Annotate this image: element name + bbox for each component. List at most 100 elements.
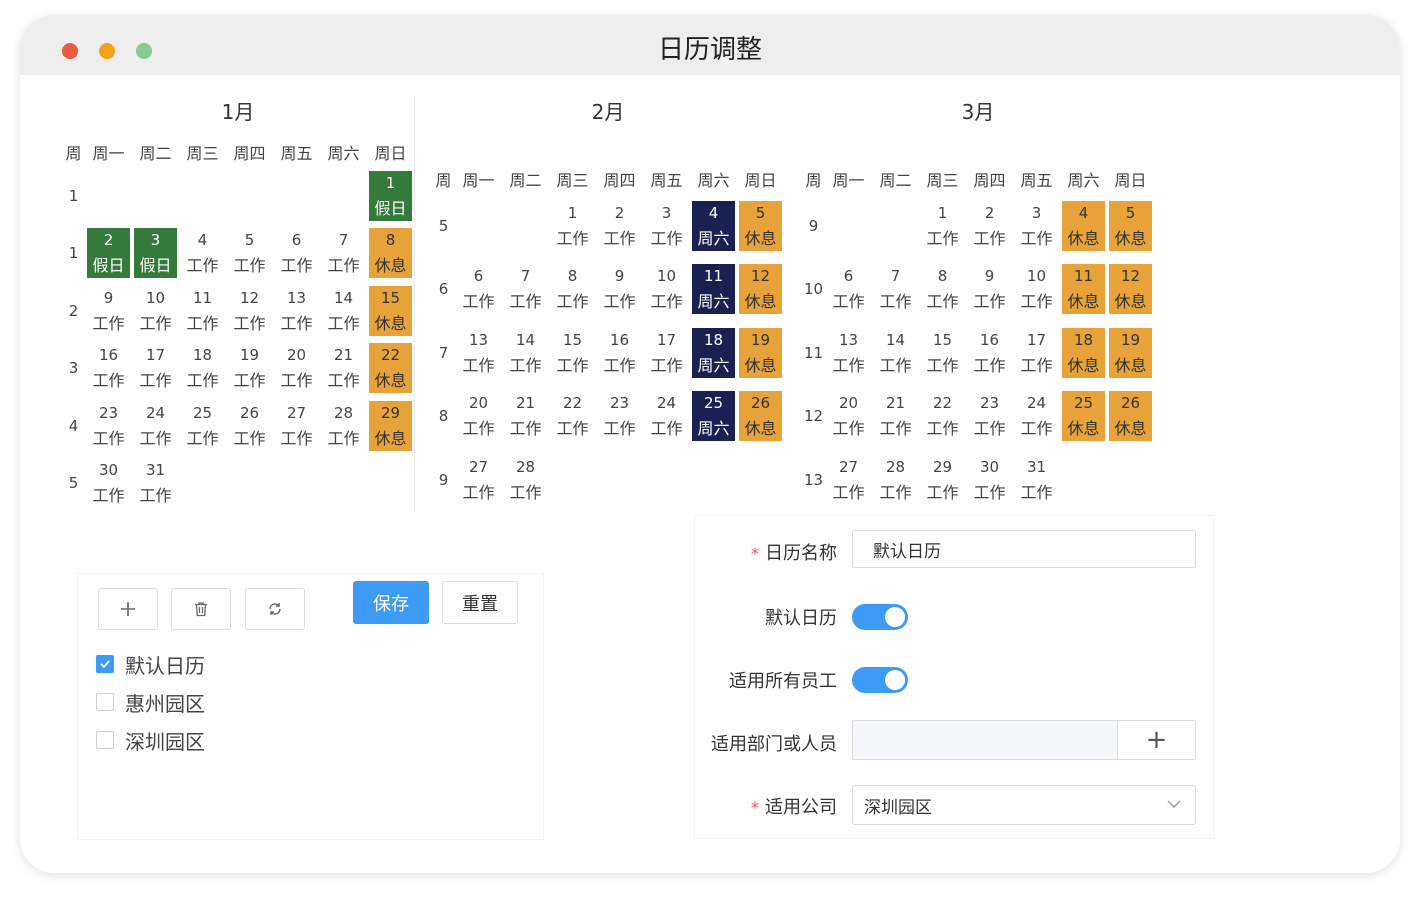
save-button[interactable]: 保存 (353, 581, 429, 624)
calendar-name-input[interactable]: 默认日历 (852, 530, 1196, 568)
all-staff-toggle[interactable] (852, 667, 908, 693)
day-cell[interactable]: 26 工作 (228, 401, 271, 451)
day-cell[interactable]: 7 工作 (322, 228, 365, 278)
day-cell[interactable]: 25 工作 (181, 401, 224, 451)
day-cell[interactable]: 16 工作 (968, 328, 1011, 378)
day-cell[interactable]: 21 工作 (504, 391, 547, 441)
day-cell[interactable]: 20 工作 (457, 391, 500, 441)
day-cell[interactable]: 3 工作 (1015, 201, 1058, 251)
day-cell[interactable]: 27 工作 (457, 455, 500, 505)
day-cell[interactable]: 2 工作 (598, 201, 641, 251)
day-cell[interactable]: 18 工作 (181, 343, 224, 393)
default-calendar-toggle[interactable] (852, 604, 908, 630)
day-cell[interactable]: 18 休息 (1062, 327, 1105, 378)
day-cell[interactable]: 17 工作 (645, 328, 688, 378)
day-cell[interactable]: 5 休息 (1109, 200, 1152, 251)
day-cell[interactable]: 10 工作 (645, 264, 688, 314)
day-cell[interactable]: 30 工作 (87, 458, 130, 508)
calendar-list-item[interactable]: 惠州园区 (96, 690, 205, 716)
day-cell[interactable]: 14 工作 (874, 328, 917, 378)
day-cell[interactable]: 11 工作 (181, 286, 224, 336)
calendar-list-item[interactable]: 默认日历 (96, 652, 205, 678)
day-cell[interactable]: 26 休息 (739, 391, 782, 442)
refresh-calendar-button[interactable] (245, 588, 305, 630)
day-cell[interactable]: 28 工作 (322, 401, 365, 451)
day-cell[interactable]: 22 工作 (551, 391, 594, 441)
day-cell[interactable]: 26 休息 (1109, 391, 1152, 442)
day-cell[interactable]: 10 工作 (1015, 264, 1058, 314)
dept-or-staff-picker[interactable]: + (852, 720, 1196, 760)
day-cell[interactable]: 7 工作 (874, 264, 917, 314)
day-cell[interactable]: 9 工作 (598, 264, 641, 314)
day-cell[interactable]: 28 工作 (874, 455, 917, 505)
day-cell[interactable]: 13 工作 (457, 328, 500, 378)
day-cell[interactable]: 9 工作 (968, 264, 1011, 314)
day-cell[interactable]: 7 工作 (504, 264, 547, 314)
day-cell[interactable]: 31 工作 (134, 458, 177, 508)
add-calendar-button[interactable] (98, 588, 158, 630)
day-cell[interactable]: 23 工作 (87, 401, 130, 451)
day-cell[interactable]: 1 工作 (921, 201, 964, 251)
day-cell[interactable]: 4 工作 (181, 228, 224, 278)
day-cell[interactable]: 6 工作 (827, 264, 870, 314)
day-cell[interactable]: 24 工作 (645, 391, 688, 441)
day-cell[interactable]: 12 休息 (1109, 264, 1152, 315)
day-cell[interactable]: 10 工作 (134, 286, 177, 336)
day-cell[interactable]: 17 工作 (1015, 328, 1058, 378)
day-cell[interactable]: 22 工作 (921, 391, 964, 441)
day-cell[interactable]: 8 工作 (921, 264, 964, 314)
day-cell[interactable]: 2 工作 (968, 201, 1011, 251)
company-select[interactable]: 深圳园区 (852, 785, 1196, 825)
day-cell[interactable]: 15 工作 (551, 328, 594, 378)
day-cell[interactable]: 13 工作 (275, 286, 318, 336)
day-cell[interactable]: 19 休息 (739, 327, 782, 378)
day-cell[interactable]: 25 周六 (692, 391, 735, 442)
day-cell[interactable]: 3 工作 (645, 201, 688, 251)
day-cell[interactable]: 14 工作 (504, 328, 547, 378)
add-dept-button[interactable]: + (1117, 721, 1195, 759)
day-cell[interactable]: 12 工作 (228, 286, 271, 336)
day-cell[interactable]: 5 休息 (739, 200, 782, 251)
day-cell[interactable]: 4 周六 (692, 200, 735, 251)
day-cell[interactable]: 24 工作 (134, 401, 177, 451)
day-cell[interactable]: 8 休息 (369, 228, 412, 279)
day-cell[interactable]: 14 工作 (322, 286, 365, 336)
day-cell[interactable]: 21 工作 (322, 343, 365, 393)
day-cell[interactable]: 3 假日 (134, 228, 177, 279)
day-cell[interactable]: 9 工作 (87, 286, 130, 336)
day-cell[interactable]: 31 工作 (1015, 455, 1058, 505)
day-cell[interactable]: 16 工作 (598, 328, 641, 378)
day-cell[interactable]: 29 工作 (921, 455, 964, 505)
day-cell[interactable]: 19 工作 (228, 343, 271, 393)
day-cell[interactable]: 6 工作 (275, 228, 318, 278)
checkbox[interactable] (96, 693, 114, 711)
day-cell[interactable]: 20 工作 (275, 343, 318, 393)
day-cell[interactable]: 24 工作 (1015, 391, 1058, 441)
day-cell[interactable]: 30 工作 (968, 455, 1011, 505)
day-cell[interactable]: 23 工作 (968, 391, 1011, 441)
calendar-list-item[interactable]: 深圳园区 (96, 728, 205, 754)
day-cell[interactable]: 28 工作 (504, 455, 547, 505)
day-cell[interactable]: 15 工作 (921, 328, 964, 378)
day-cell[interactable]: 5 工作 (228, 228, 271, 278)
day-cell[interactable]: 4 休息 (1062, 200, 1105, 251)
day-cell[interactable]: 27 工作 (275, 401, 318, 451)
day-cell[interactable]: 23 工作 (598, 391, 641, 441)
checkbox-checked[interactable] (96, 655, 114, 673)
day-cell[interactable]: 8 工作 (551, 264, 594, 314)
day-cell[interactable]: 1 假日 (369, 170, 412, 221)
day-cell[interactable]: 2 假日 (87, 228, 130, 279)
reset-button[interactable]: 重置 (442, 581, 518, 624)
checkbox[interactable] (96, 731, 114, 749)
day-cell[interactable]: 13 工作 (827, 328, 870, 378)
day-cell[interactable]: 11 周六 (692, 264, 735, 315)
day-cell[interactable]: 22 休息 (369, 343, 412, 394)
delete-calendar-button[interactable] (171, 588, 231, 630)
day-cell[interactable]: 16 工作 (87, 343, 130, 393)
day-cell[interactable]: 25 休息 (1062, 391, 1105, 442)
day-cell[interactable]: 21 工作 (874, 391, 917, 441)
day-cell[interactable]: 17 工作 (134, 343, 177, 393)
day-cell[interactable]: 6 工作 (457, 264, 500, 314)
day-cell[interactable]: 18 周六 (692, 327, 735, 378)
day-cell[interactable]: 19 休息 (1109, 327, 1152, 378)
